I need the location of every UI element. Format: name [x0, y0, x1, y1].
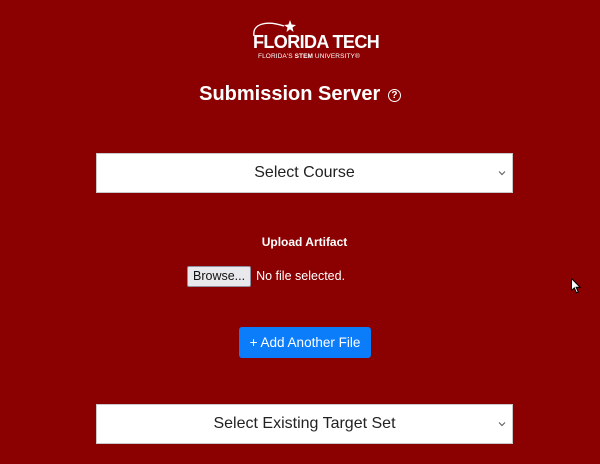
file-status-text: No file selected. — [256, 269, 346, 283]
browse-button[interactable]: Browse... — [187, 266, 252, 287]
chevron-down-icon — [498, 422, 506, 427]
course-select[interactable]: Select Course — [96, 153, 513, 193]
add-another-file-button[interactable]: + Add Another File — [239, 327, 371, 358]
target-set-select-value: Select Existing Target Set — [213, 415, 396, 432]
page-title: Submission Server — [199, 83, 381, 105]
florida-tech-logo: FLORIDA TECH FLORIDA'S STEM UNIVERSITY® — [245, 18, 380, 64]
question-circle-icon[interactable]: ? — [387, 89, 401, 102]
logo-tagline: FLORIDA'S STEM UNIVERSITY® — [258, 53, 360, 60]
logo-wordmark: FLORIDA TECH — [253, 32, 380, 52]
target-set-select[interactable]: Select Existing Target Set — [96, 404, 513, 444]
mouse-pointer-icon — [571, 278, 581, 294]
upload-artifact-label: Upload Artifact — [261, 235, 348, 249]
page-title-row: Submission Server ? — [0, 83, 600, 106]
file-input[interactable]: Browse... No file selected. — [187, 266, 345, 287]
course-select-value: Select Course — [254, 164, 355, 181]
chevron-down-icon — [498, 171, 506, 176]
